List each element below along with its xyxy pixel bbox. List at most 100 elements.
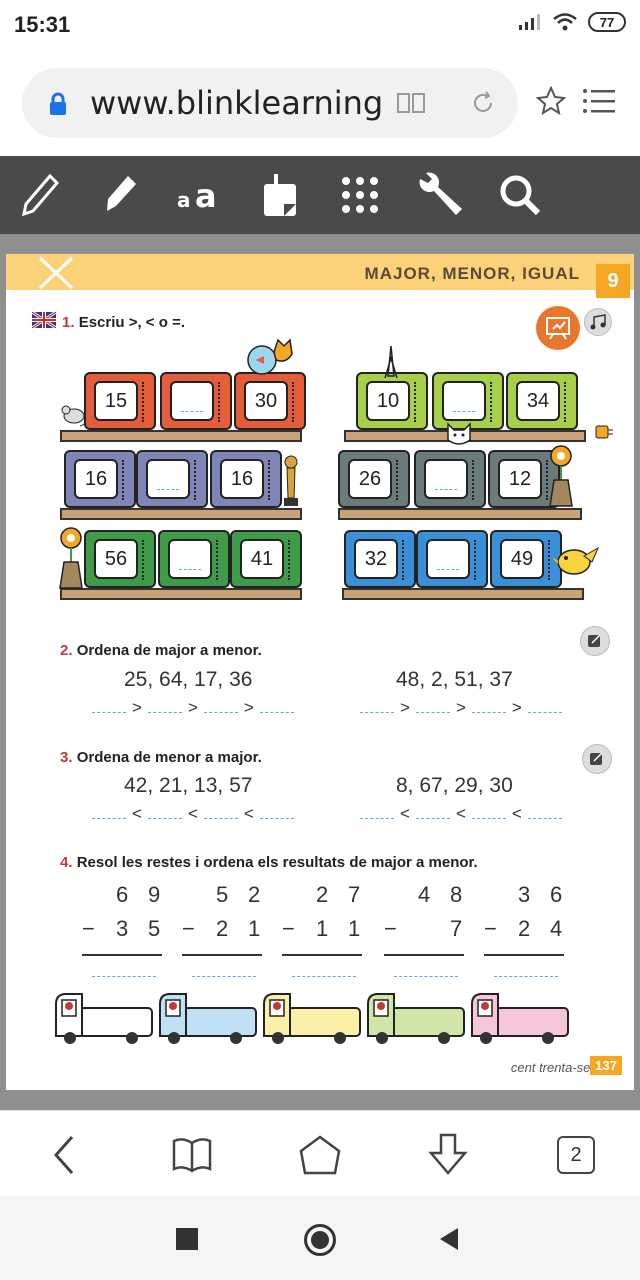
tv-answer-blank[interactable] <box>424 459 468 499</box>
interactive-activity-button[interactable] <box>536 306 580 350</box>
subtraction: 6 9−3 5 <box>82 882 162 956</box>
digit: 7 <box>348 882 361 907</box>
digit: 3 <box>518 882 531 907</box>
marker-icon <box>107 176 136 211</box>
answer-blank[interactable] <box>147 701 182 713</box>
result-line <box>182 954 262 956</box>
answer-blank[interactable] <box>203 807 238 819</box>
answer-line[interactable] <box>179 568 201 570</box>
answer-blank[interactable] <box>147 807 182 819</box>
lock-icon <box>50 92 66 115</box>
exercise-2-edit-button[interactable] <box>580 626 610 656</box>
home-system-button[interactable] <box>304 1224 336 1256</box>
edit-note-icon <box>590 752 603 765</box>
answer-blank[interactable] <box>360 701 394 713</box>
cat-fishbowl-icon <box>247 338 293 375</box>
truck-icon <box>471 993 569 1044</box>
text-size-tool[interactable]: aa <box>170 156 230 234</box>
pencil-tool[interactable] <box>10 156 70 234</box>
digit: 2 <box>216 916 229 941</box>
answer-line[interactable] <box>437 568 459 570</box>
menu-icon[interactable] <box>582 88 616 114</box>
mouse-icon <box>61 405 86 427</box>
audio-button[interactable] <box>584 308 612 336</box>
grid-tool[interactable] <box>330 156 390 234</box>
answer-blank[interactable] <box>259 701 294 713</box>
tv-answer-blank[interactable] <box>426 539 470 579</box>
digit: 4 <box>550 916 563 941</box>
result-blank[interactable] <box>192 976 256 977</box>
answer-line[interactable] <box>157 488 179 490</box>
recents-button[interactable] <box>176 1228 198 1250</box>
comparison-sign: < <box>511 804 522 823</box>
answer-blank[interactable] <box>471 701 506 713</box>
left-tv: 56 <box>84 530 156 588</box>
minuend: 27 <box>282 882 362 916</box>
tv-number: 34 <box>516 381 560 421</box>
shelf <box>342 588 584 600</box>
answer-line[interactable] <box>453 410 475 412</box>
reader-mode-icon[interactable] <box>396 90 426 116</box>
answer-blank[interactable] <box>527 807 562 819</box>
marker-tool[interactable] <box>90 156 150 234</box>
comparison-sign: > <box>511 698 522 717</box>
bookmark-star-icon[interactable] <box>536 86 566 116</box>
exercise-2-title: 2. Ordena de major a menor. <box>60 642 262 659</box>
minus-sign: − <box>484 916 497 941</box>
tv-vent <box>122 460 130 500</box>
tv-answer-blank[interactable] <box>168 539 212 579</box>
search-tool[interactable] <box>490 156 550 234</box>
answer-blank[interactable] <box>527 701 562 713</box>
result-blank[interactable] <box>494 976 558 977</box>
address-bar[interactable]: www.blinklearning <box>22 68 518 138</box>
result-line <box>384 954 464 956</box>
bookmarks-button[interactable] <box>168 1131 216 1179</box>
reload-icon[interactable] <box>470 90 496 116</box>
page-footer-number: 137 <box>590 1056 622 1075</box>
ex3-order-line: < < < <box>360 804 562 824</box>
tv-vent <box>268 460 276 500</box>
left-tv: 16 <box>64 450 136 508</box>
home-button[interactable] <box>296 1131 344 1179</box>
tv-answer-blank[interactable] <box>146 459 190 499</box>
eiffel-tower-icon <box>384 346 398 378</box>
url-text[interactable]: www.blinklearning <box>90 84 383 122</box>
reader-toolbar: aa <box>0 156 640 234</box>
tv-number: 41 <box>240 539 284 579</box>
result-blank[interactable] <box>394 976 458 977</box>
attach-note-tool[interactable] <box>250 156 310 234</box>
back-button[interactable] <box>40 1131 88 1179</box>
result-blank[interactable] <box>92 976 156 977</box>
digit: 2 <box>518 916 531 941</box>
english-flag-icon[interactable] <box>32 312 56 328</box>
answer-blank[interactable] <box>471 807 506 819</box>
exercise-3-edit-button[interactable] <box>582 744 612 774</box>
subtrahend-digits: 11 <box>316 916 362 950</box>
answer-blank[interactable] <box>92 807 126 819</box>
answer-line[interactable] <box>435 488 457 490</box>
digit: 2 <box>316 882 329 907</box>
settings-tool[interactable] <box>410 156 470 234</box>
tv-number: 32 <box>354 539 398 579</box>
back-triangle-icon[interactable] <box>438 1226 460 1252</box>
comparison-sign: > <box>455 698 466 717</box>
answer-blank[interactable] <box>415 701 450 713</box>
minus-sign: − <box>384 916 397 941</box>
tv-answer-blank[interactable] <box>442 381 486 421</box>
clip-note-icon <box>264 174 296 216</box>
tv-number: 15 <box>94 381 138 421</box>
download-button[interactable] <box>424 1131 472 1179</box>
answer-blank[interactable] <box>92 701 126 713</box>
answer-blank[interactable] <box>203 701 238 713</box>
shelf <box>60 588 302 600</box>
result-blank[interactable] <box>292 976 356 977</box>
answer-blank[interactable] <box>360 807 394 819</box>
tv-answer-blank[interactable] <box>170 381 214 421</box>
tabs-button[interactable]: 2 <box>552 1131 600 1179</box>
answer-blank[interactable] <box>259 807 294 819</box>
digit: 5 <box>148 916 161 941</box>
flower-vase-icon <box>549 445 573 507</box>
minuend: 52 <box>182 882 262 916</box>
answer-line[interactable] <box>181 410 203 412</box>
answer-blank[interactable] <box>415 807 450 819</box>
